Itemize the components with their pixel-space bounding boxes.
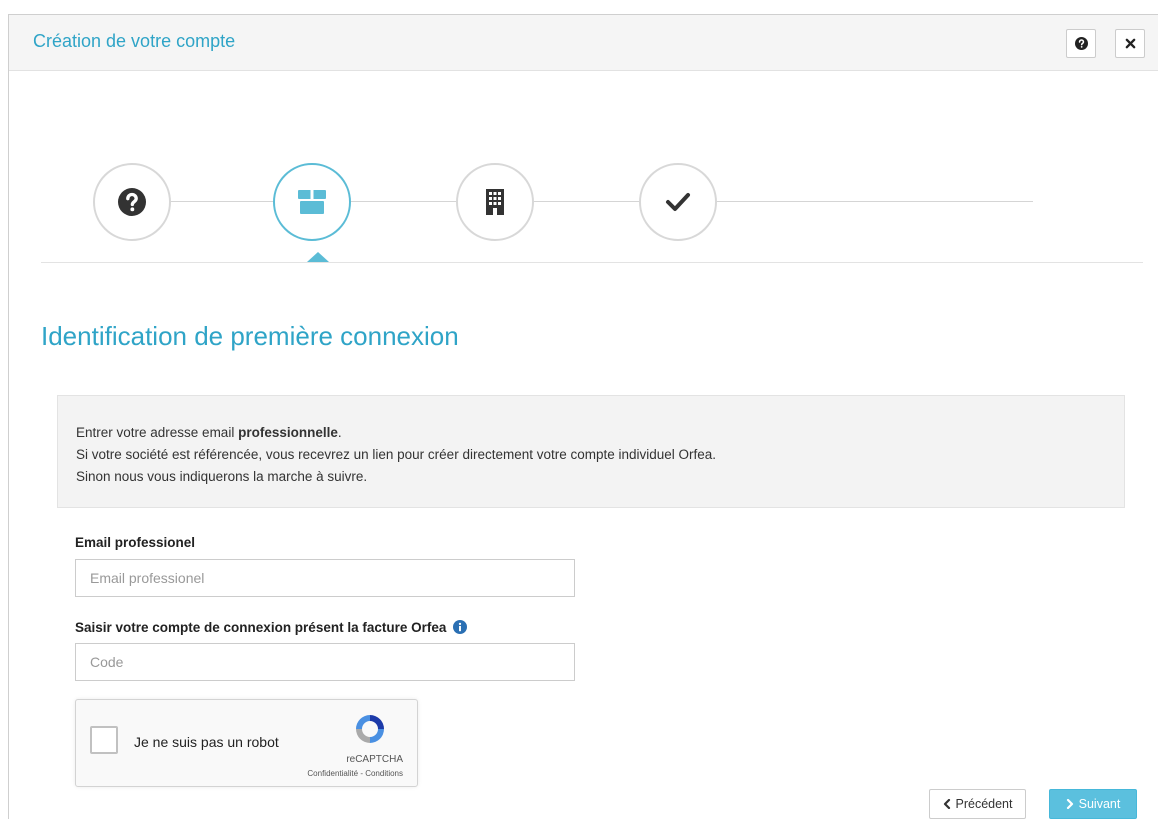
info-line-3: Sinon nous vous indiquerons la marche à … <box>76 469 368 484</box>
info-line-1-bold: professionnelle <box>238 425 338 440</box>
wizard-stepper <box>9 15 1158 285</box>
step-company[interactable] <box>456 163 534 241</box>
info-line-1-text: Entrer votre adresse email <box>76 425 239 440</box>
recaptcha-brand: reCAPTCHA <box>346 754 403 765</box>
step-help[interactable] <box>93 163 171 241</box>
active-step-indicator <box>307 252 329 262</box>
info-line-1-suffix: . <box>337 425 342 440</box>
recaptcha-widget: Je ne suis pas un robot reCAPTCHA Confid… <box>75 699 418 787</box>
section-title: Identification de première connexion <box>41 321 459 351</box>
building-icon <box>486 189 504 215</box>
stepper-baseline <box>41 262 1143 263</box>
code-field[interactable] <box>75 643 575 681</box>
next-button[interactable]: Suivant <box>1049 789 1137 819</box>
account-creation-modal: Création de votre compte Identification … <box>8 14 1158 819</box>
next-button-label: Suivant <box>1078 797 1121 811</box>
recaptcha-checkbox[interactable] <box>90 726 118 754</box>
chevron-right-icon <box>1066 799 1073 809</box>
step-confirmation[interactable] <box>639 163 717 241</box>
code-label: Saisir votre compte de connexion présent… <box>75 620 447 635</box>
email-field[interactable] <box>75 559 575 597</box>
code-label-wrapper: Saisir votre compte de connexion présent… <box>75 620 468 635</box>
info-box: Entrer votre adresse email professionnel… <box>57 395 1125 508</box>
recaptcha-logo-icon <box>356 715 384 743</box>
info-line-1: Entrer votre adresse email professionnel… <box>76 422 1106 444</box>
step-identification[interactable] <box>273 163 351 241</box>
recaptcha-label: Je ne suis pas un robot <box>134 734 279 750</box>
recaptcha-links[interactable]: Confidentialité - Conditions <box>307 769 403 778</box>
info-circle-icon[interactable] <box>453 620 468 634</box>
info-line-2: Si votre société est référencée, vous re… <box>76 447 717 462</box>
previous-button[interactable]: Précédent <box>929 789 1026 819</box>
previous-button-label: Précédent <box>955 797 1013 811</box>
check-icon <box>666 193 690 211</box>
email-label: Email professionel <box>75 535 196 550</box>
chevron-left-icon <box>943 799 950 809</box>
box-icon <box>298 190 326 214</box>
question-circle-icon <box>118 188 146 216</box>
stepper-connector-line <box>133 201 1033 202</box>
